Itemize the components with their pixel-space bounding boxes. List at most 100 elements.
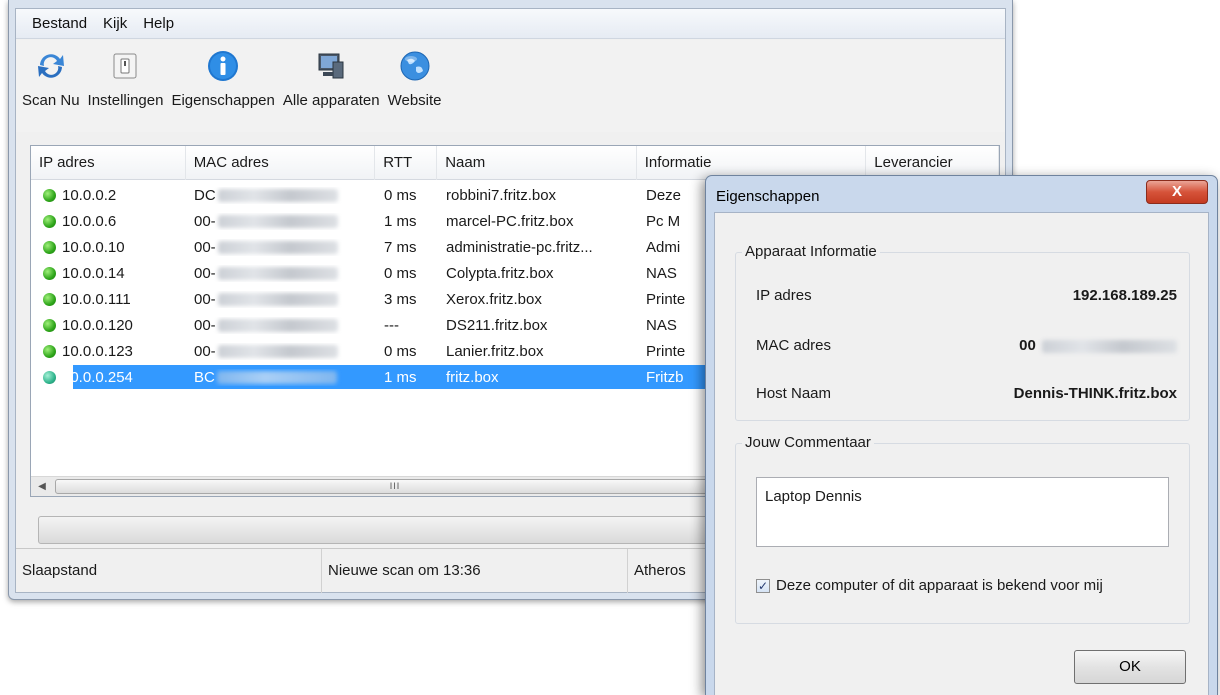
cell-mac: 00- <box>186 213 376 230</box>
ip-text: 10.0.0.14 <box>62 264 125 282</box>
status-next-scan: Nieuwe scan om 13:36 <box>322 548 628 593</box>
mac-text: 00- <box>194 290 216 308</box>
mac-redacted <box>217 319 338 333</box>
cell-name: Xerox.fritz.box <box>446 290 542 308</box>
all-devices-button[interactable]: Alle apparaten <box>279 40 384 109</box>
close-icon: X <box>1171 183 1182 200</box>
website-button[interactable]: Website <box>384 40 446 109</box>
ip-value: 192.168.189.25 <box>1072 287 1177 304</box>
mac-redacted <box>217 241 338 255</box>
mac-text: 00- <box>194 212 216 230</box>
status-dot-icon <box>43 214 56 228</box>
menu-kijk[interactable]: Kijk <box>95 15 135 32</box>
mac-text: 00- <box>194 264 216 282</box>
status-dot-icon <box>43 240 56 254</box>
cell-name: DS211.fritz.box <box>446 316 548 334</box>
dialog-body: Apparaat Informatie IP adres 192.168.189… <box>714 212 1209 695</box>
refresh-icon <box>33 48 69 84</box>
status-dot-icon <box>43 266 56 280</box>
ok-button[interactable]: OK <box>1074 650 1186 684</box>
cell-mac: 00- <box>186 239 376 256</box>
menu-help[interactable]: Help <box>135 15 182 32</box>
menu-bestand[interactable]: Bestand <box>24 15 95 32</box>
devices-icon <box>313 48 349 84</box>
cell-ip: 10.0.0.120 <box>31 317 186 334</box>
host-label: Host Naam <box>756 385 832 402</box>
column-rtt[interactable]: RTT <box>375 146 438 180</box>
status-dot-icon <box>43 318 56 332</box>
device-info-group: Apparaat Informatie IP adres 192.168.189… <box>735 243 1190 421</box>
ip-text: 10.0.0.111 <box>62 290 131 308</box>
column-mac[interactable]: MAC adres <box>186 146 376 180</box>
status-dot-icon <box>43 188 56 202</box>
mac-value: 00 <box>1019 337 1177 357</box>
known-device-checkbox[interactable]: ✓ <box>756 578 770 593</box>
scan-progress-bar <box>38 516 758 544</box>
mac-redacted <box>217 293 338 307</box>
mac-redacted <box>217 345 338 359</box>
known-device-option[interactable]: ✓ Deze computer of dit apparaat is beken… <box>756 577 1103 594</box>
known-device-label: Deze computer of dit apparaat is bekend … <box>776 577 1103 594</box>
ip-label: IP adres <box>756 287 812 304</box>
cell-rtt: 1 ms <box>384 368 417 386</box>
scan-now-label: Scan Nu <box>22 92 80 109</box>
scroll-thumb[interactable]: III <box>55 479 735 494</box>
ip-text: 10.0.0.123 <box>62 342 133 360</box>
host-value: Dennis-THINK.fritz.box <box>1013 385 1177 402</box>
column-ip[interactable]: IP adres <box>31 146 186 180</box>
checkmark-icon: ✓ <box>757 578 769 593</box>
ip-text: 10.0.0.120 <box>62 316 133 334</box>
cell-name: marcel-PC.fritz.box <box>446 212 574 230</box>
scroll-left-icon[interactable]: ◀ <box>35 480 49 494</box>
host-row: Host Naam Dennis-THINK.fritz.box <box>756 385 1177 405</box>
cell-rtt: 7 ms <box>384 238 417 256</box>
cell-rtt: 0 ms <box>384 342 417 360</box>
device-info-title: Apparaat Informatie <box>742 243 880 260</box>
mac-redacted <box>1042 339 1177 353</box>
toolbar: Scan Nu Instellingen Eigenschappen Alle … <box>16 40 1005 132</box>
properties-button[interactable]: Eigenschappen <box>167 40 278 109</box>
settings-button[interactable]: Instellingen <box>84 40 168 109</box>
ip-text: 10.0.0.10 <box>62 238 125 256</box>
settings-label: Instellingen <box>87 92 164 109</box>
cell-name: administratie-pc.fritz... <box>446 238 593 256</box>
cell-mac: BC <box>186 369 376 386</box>
cell-mac: 00- <box>186 343 376 360</box>
status-dot-icon <box>43 292 56 306</box>
cell-ip: 10.0.0.254 <box>31 369 186 386</box>
cell-rtt: 3 ms <box>384 290 417 308</box>
mac-prefix: 00 <box>1019 337 1036 354</box>
scan-now-button[interactable]: Scan Nu <box>18 40 84 109</box>
menubar: Bestand Kijk Help <box>16 9 1005 39</box>
cell-rtt: 0 ms <box>384 264 417 282</box>
comment-textarea[interactable]: Laptop Dennis <box>756 477 1169 547</box>
comment-group: Jouw Commentaar Laptop Dennis ✓ Deze com… <box>735 434 1190 624</box>
cell-mac: 00- <box>186 291 376 308</box>
cell-name: fritz.box <box>446 368 499 386</box>
mac-text: 00- <box>194 342 216 360</box>
mac-text: DC <box>194 186 216 204</box>
comment-title: Jouw Commentaar <box>742 434 874 451</box>
status-dot-icon <box>43 370 56 384</box>
cell-mac: 00- <box>186 317 376 334</box>
mac-redacted <box>217 189 338 203</box>
mac-redacted <box>217 267 338 281</box>
mac-text: 00- <box>194 238 216 256</box>
cell-ip: 10.0.0.123 <box>31 343 186 360</box>
cell-mac: DC <box>186 187 376 204</box>
cell-rtt: --- <box>384 316 399 334</box>
mac-text: 00- <box>194 316 216 334</box>
ip-row: IP adres 192.168.189.25 <box>756 287 1177 307</box>
cell-name: Lanier.fritz.box <box>446 342 544 360</box>
mac-label: MAC adres <box>756 337 832 354</box>
cell-mac: 00- <box>186 265 376 282</box>
properties-dialog: Eigenschappen X Apparaat Informatie IP a… <box>705 175 1218 695</box>
column-name[interactable]: Naam <box>437 146 637 180</box>
ip-text: 10.0.0.6 <box>62 212 117 230</box>
status-dot-icon <box>43 344 56 358</box>
ip-text: 10.0.0.254 <box>62 368 133 386</box>
all-devices-label: Alle apparaten <box>282 92 380 109</box>
status-sleep: Slaapstand <box>16 548 322 593</box>
close-button[interactable]: X <box>1146 180 1208 204</box>
mac-text: BC <box>194 368 215 386</box>
